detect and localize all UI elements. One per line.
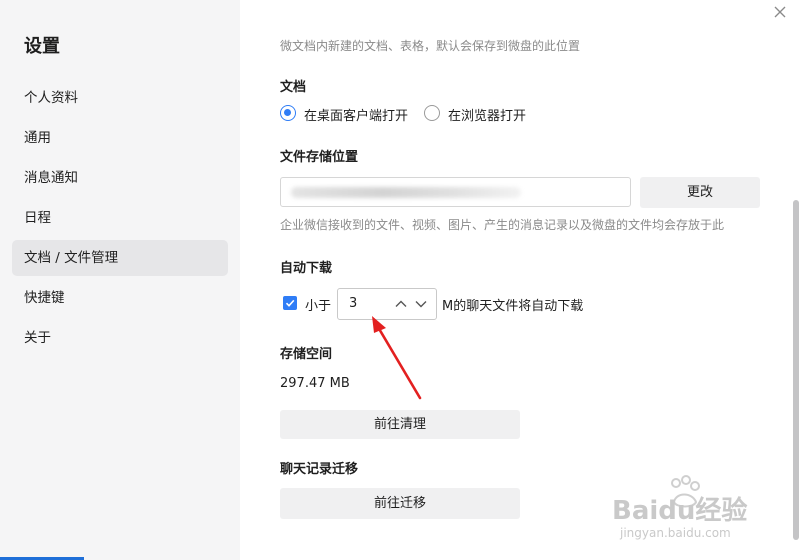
change-location-button[interactable]: 更改 [640, 177, 760, 208]
sidebar: 设置 个人资料 通用 消息通知 日程 文档 / 文件管理 快捷键 关于 [0, 0, 240, 560]
auto-download-prefix: 小于 [305, 299, 332, 314]
size-limit-value[interactable]: 3 [349, 296, 357, 311]
go-clean-button[interactable]: 前往清理 [280, 410, 520, 439]
settings-title: 设置 [24, 36, 60, 57]
go-migrate-button[interactable]: 前往迁移 [280, 488, 520, 519]
close-button[interactable] [770, 2, 790, 22]
storage-space-size: 297.47 MB [280, 376, 350, 391]
docs-section-title: 文档 [280, 80, 307, 95]
sidebar-item-shortcuts[interactable]: 快捷键 [12, 280, 228, 316]
sidebar-item-notifications[interactable]: 消息通知 [12, 160, 228, 196]
sidebar-item-calendar[interactable]: 日程 [12, 200, 228, 236]
close-icon [774, 6, 786, 18]
settings-nav: 个人资料 通用 消息通知 日程 文档 / 文件管理 快捷键 关于 [12, 80, 228, 360]
watermark-brand: Baidu经验 [612, 496, 748, 526]
radio-open-desktop-label[interactable]: 在桌面客户端打开 [304, 105, 408, 124]
annotation-arrow [372, 316, 422, 400]
storage-location-title: 文件存储位置 [280, 150, 359, 165]
migration-title: 聊天记录迁移 [280, 462, 359, 477]
sidebar-item-file-management[interactable]: 文档 / 文件管理 [12, 240, 228, 276]
auto-download-suffix: M的聊天文件将自动下载 [442, 299, 584, 314]
radio-open-browser-label[interactable]: 在浏览器打开 [448, 105, 526, 124]
intro-description: 微文档内新建的文档、表格，默认会保存到微盘的此位置 [280, 39, 581, 53]
auto-download-title: 自动下载 [280, 261, 333, 276]
radio-open-desktop[interactable] [280, 105, 296, 121]
checkmark-icon [285, 299, 295, 307]
storage-location-description: 企业微信接收到的文件、视频、图片、产生的消息记录以及微盘的文件均会存放于此 [280, 218, 725, 232]
auto-download-checkbox[interactable] [283, 296, 297, 310]
storage-space-title: 存储空间 [280, 347, 333, 362]
storage-path-redacted [291, 187, 521, 198]
storage-path-field [280, 177, 631, 207]
watermark-url: jingyan.baidu.com [620, 526, 731, 540]
sidebar-item-about[interactable]: 关于 [12, 320, 228, 356]
baidu-watermark: Baidu经验 jingyan.baidu.com [612, 470, 762, 550]
sidebar-item-profile[interactable]: 个人资料 [12, 80, 228, 116]
scrollbar-thumb[interactable] [793, 200, 799, 540]
radio-open-browser[interactable] [424, 105, 440, 121]
sidebar-item-general[interactable]: 通用 [12, 120, 228, 156]
scrollbar[interactable] [790, 0, 800, 560]
